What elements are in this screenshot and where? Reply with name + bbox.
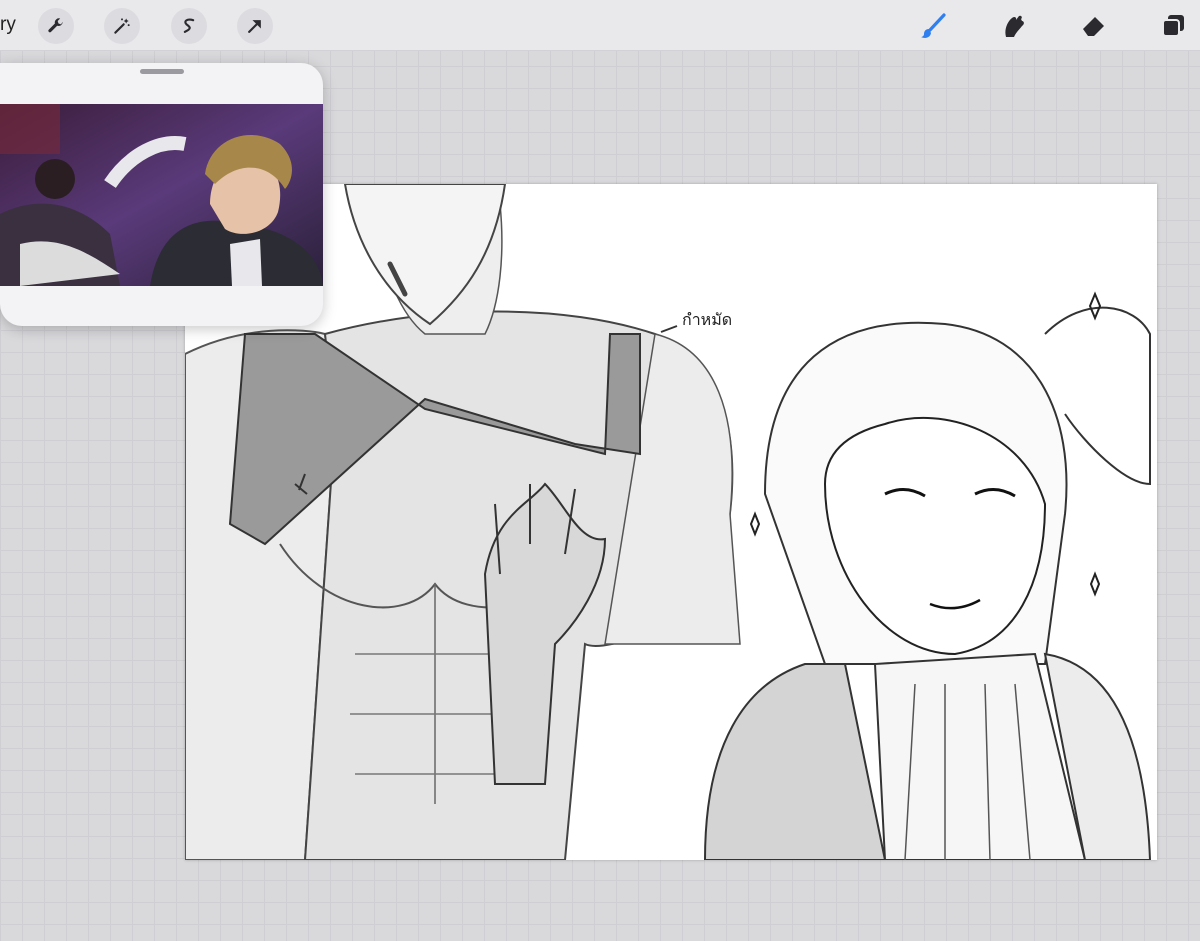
reference-window[interactable] xyxy=(0,63,323,326)
eraser-tool-button[interactable] xyxy=(1078,10,1110,42)
annotation-line xyxy=(660,325,678,333)
wrench-icon xyxy=(48,18,63,33)
magic-wand-icon xyxy=(114,18,130,34)
selection-button[interactable] xyxy=(171,8,207,44)
reference-image xyxy=(0,104,323,286)
character-sketch xyxy=(703,291,1152,860)
layers-button[interactable] xyxy=(1157,10,1189,42)
eraser-icon xyxy=(1083,17,1104,36)
gallery-button[interactable]: ry xyxy=(0,14,16,36)
actions-button[interactable] xyxy=(38,8,74,44)
sketch-artwork xyxy=(185,184,1152,860)
reference-drag-handle[interactable] xyxy=(140,69,184,74)
smudge-icon xyxy=(1005,15,1024,38)
adjustments-button[interactable] xyxy=(104,8,140,44)
selection-s-icon xyxy=(183,18,195,33)
layers-icon xyxy=(1162,15,1184,37)
drawing-canvas[interactable] xyxy=(185,184,1157,860)
arrow-cursor-icon xyxy=(248,20,261,33)
smudge-tool-button[interactable] xyxy=(998,10,1030,42)
brush-icon xyxy=(921,13,946,38)
brush-tool-button[interactable] xyxy=(917,10,949,42)
canvas-annotation-text: กำหมัด xyxy=(682,310,733,329)
top-toolbar: ry xyxy=(0,0,1200,51)
transform-button[interactable] xyxy=(237,8,273,44)
